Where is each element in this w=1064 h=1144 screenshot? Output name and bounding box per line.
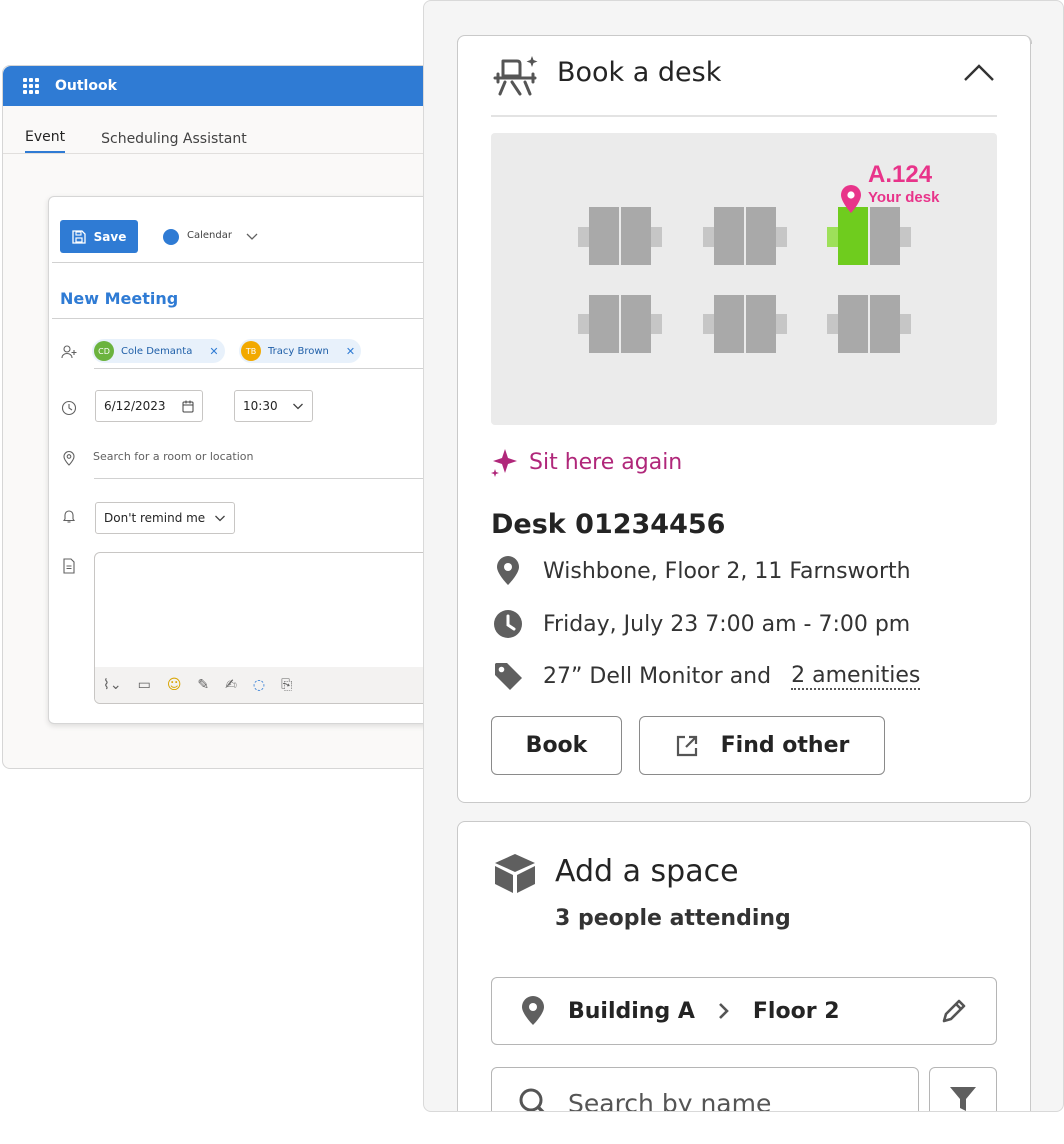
remove-attendee-icon[interactable]: ✕ xyxy=(209,345,218,358)
desk-time: Friday, July 23 7:00 am - 7:00 pm xyxy=(543,611,911,637)
calendar-icon xyxy=(182,400,194,412)
divider xyxy=(491,115,997,117)
find-other-button[interactable]: Find other xyxy=(639,716,885,775)
desk-location-row: Wishbone, Floor 2, 11 Farnsworth xyxy=(491,556,911,586)
divider xyxy=(94,478,441,479)
space-search-input[interactable]: Search by name xyxy=(491,1067,919,1112)
attendee-name: Cole Demanta xyxy=(121,345,193,357)
save-label: Save xyxy=(93,229,127,244)
attendee-chip[interactable]: CD Cole Demanta ✕ xyxy=(92,339,225,363)
add-space-card: Add a space 3 people attending Building … xyxy=(457,821,1031,1112)
event-body-editor[interactable]: ⌇⌄ ▭ ☺ ✎ ✍ ◌ ⎘ xyxy=(94,552,441,704)
floor-label: Floor 2 xyxy=(752,998,840,1024)
reminder-dropdown[interactable]: Don't remind me xyxy=(95,502,235,534)
remove-attendee-icon[interactable]: ✕ xyxy=(346,345,355,358)
divider xyxy=(94,368,441,369)
desk-location: Wishbone, Floor 2, 11 Farnsworth xyxy=(543,558,911,584)
event-form: Save Calendar New Meeting CD Cole Demant… xyxy=(48,196,441,724)
desk-amenities-row: 27” Dell Monitor and 2 amenities xyxy=(491,661,921,691)
chevron-down-icon xyxy=(215,515,225,522)
amenities-link[interactable]: 2 amenities xyxy=(791,663,921,690)
avatar: CD xyxy=(94,341,114,361)
tab-scheduling-assistant[interactable]: Scheduling Assistant xyxy=(101,131,247,153)
format-painter-icon[interactable]: ✎ xyxy=(197,677,209,693)
save-icon xyxy=(71,229,86,244)
search-placeholder: Search by name xyxy=(568,1088,772,1112)
building-floor-selector[interactable]: Building A Floor 2 xyxy=(491,977,997,1045)
box-icon xyxy=(495,854,535,893)
image-icon[interactable]: ▭ xyxy=(138,677,151,693)
location-pin-icon xyxy=(497,556,519,585)
formatting-toolbar: ⌇⌄ ▭ ☺ ✎ ✍ ◌ ⎘ xyxy=(95,667,441,703)
calendar-color-dot xyxy=(163,229,179,245)
desk-name: Desk 01234456 xyxy=(491,509,726,540)
sit-here-again-label: Sit here again xyxy=(529,449,683,475)
chevron-right-icon xyxy=(718,1003,729,1019)
filter-icon xyxy=(950,1087,976,1111)
add-person-icon xyxy=(61,345,77,359)
clock-icon xyxy=(61,400,77,416)
card-title: Add a space xyxy=(555,854,739,889)
meeting-title-input[interactable]: New Meeting xyxy=(60,289,178,308)
divider xyxy=(52,262,441,263)
tab-event[interactable]: Event xyxy=(25,129,66,153)
location-pin-icon xyxy=(522,996,544,1025)
divider xyxy=(52,318,441,319)
attach-icon[interactable]: ⌇⌄ xyxy=(103,677,122,693)
location-pin-icon xyxy=(63,451,75,466)
location-input[interactable]: Search for a room or location xyxy=(93,450,254,463)
sit-here-again-link[interactable]: Sit here again xyxy=(491,447,682,477)
clock-icon xyxy=(494,610,522,638)
document-icon xyxy=(63,558,75,574)
book-desk-card: Book a desk A.124 Your desk Sit here aga… xyxy=(456,35,1032,803)
tag-icon xyxy=(495,663,522,690)
outlook-window: Outlook Event Scheduling Assistant Save … xyxy=(2,65,442,769)
chevron-down-icon xyxy=(293,403,303,410)
card-title: Book a desk xyxy=(557,57,722,88)
search-icon xyxy=(519,1088,545,1111)
chevron-down-icon[interactable] xyxy=(245,230,259,244)
attendee-count: 3 people attending xyxy=(555,906,791,931)
reminder-value: Don't remind me xyxy=(104,511,206,525)
more-apps-icon[interactable]: ⎘ xyxy=(281,677,292,693)
avatar: TB xyxy=(241,341,261,361)
desk-chair-sparkle-icon xyxy=(493,56,538,96)
event-tabs: Event Scheduling Assistant xyxy=(3,106,441,154)
sparkle-icon xyxy=(491,449,517,477)
chevron-up-icon[interactable] xyxy=(963,63,995,83)
time-picker[interactable]: 10:30 xyxy=(234,390,313,422)
save-button[interactable]: Save xyxy=(60,220,138,253)
date-picker[interactable]: 6/12/2023 xyxy=(95,390,203,422)
building-label: Building A xyxy=(568,998,695,1024)
chat-icon[interactable]: ◌ xyxy=(253,677,265,693)
floor-map[interactable]: A.124 Your desk xyxy=(491,133,997,425)
pencil-icon[interactable] xyxy=(940,997,968,1025)
filter-button[interactable] xyxy=(929,1067,997,1111)
selected-desk-caption: Your desk xyxy=(868,189,940,206)
time-value: 10:30 xyxy=(243,399,278,413)
desk-time-row: Friday, July 23 7:00 am - 7:00 pm xyxy=(491,609,910,639)
attendee-name: Tracy Brown xyxy=(268,345,329,357)
bell-icon xyxy=(62,510,76,523)
find-other-label: Find other xyxy=(720,733,850,758)
canvas: Outlook Event Scheduling Assistant Save … xyxy=(0,0,1064,1144)
attendee-chip[interactable]: TB Tracy Brown ✕ xyxy=(239,339,362,363)
app-title: Outlook xyxy=(55,78,117,94)
app-launcher-icon[interactable] xyxy=(23,78,39,94)
booking-panel: Book a desk A.124 Your desk Sit here aga… xyxy=(423,0,1064,1112)
amenities-text: 27” Dell Monitor and xyxy=(543,663,772,689)
calendar-selector[interactable]: Calendar xyxy=(187,230,232,241)
selected-desk-label: A.124 xyxy=(868,161,933,188)
outlook-header-bar: Outlook xyxy=(3,66,441,106)
date-value: 6/12/2023 xyxy=(104,399,166,413)
external-link-icon xyxy=(676,735,697,756)
signature-icon[interactable]: ✍ xyxy=(225,677,237,693)
book-button[interactable]: Book xyxy=(491,716,622,775)
emoji-icon[interactable]: ☺ xyxy=(167,677,182,693)
